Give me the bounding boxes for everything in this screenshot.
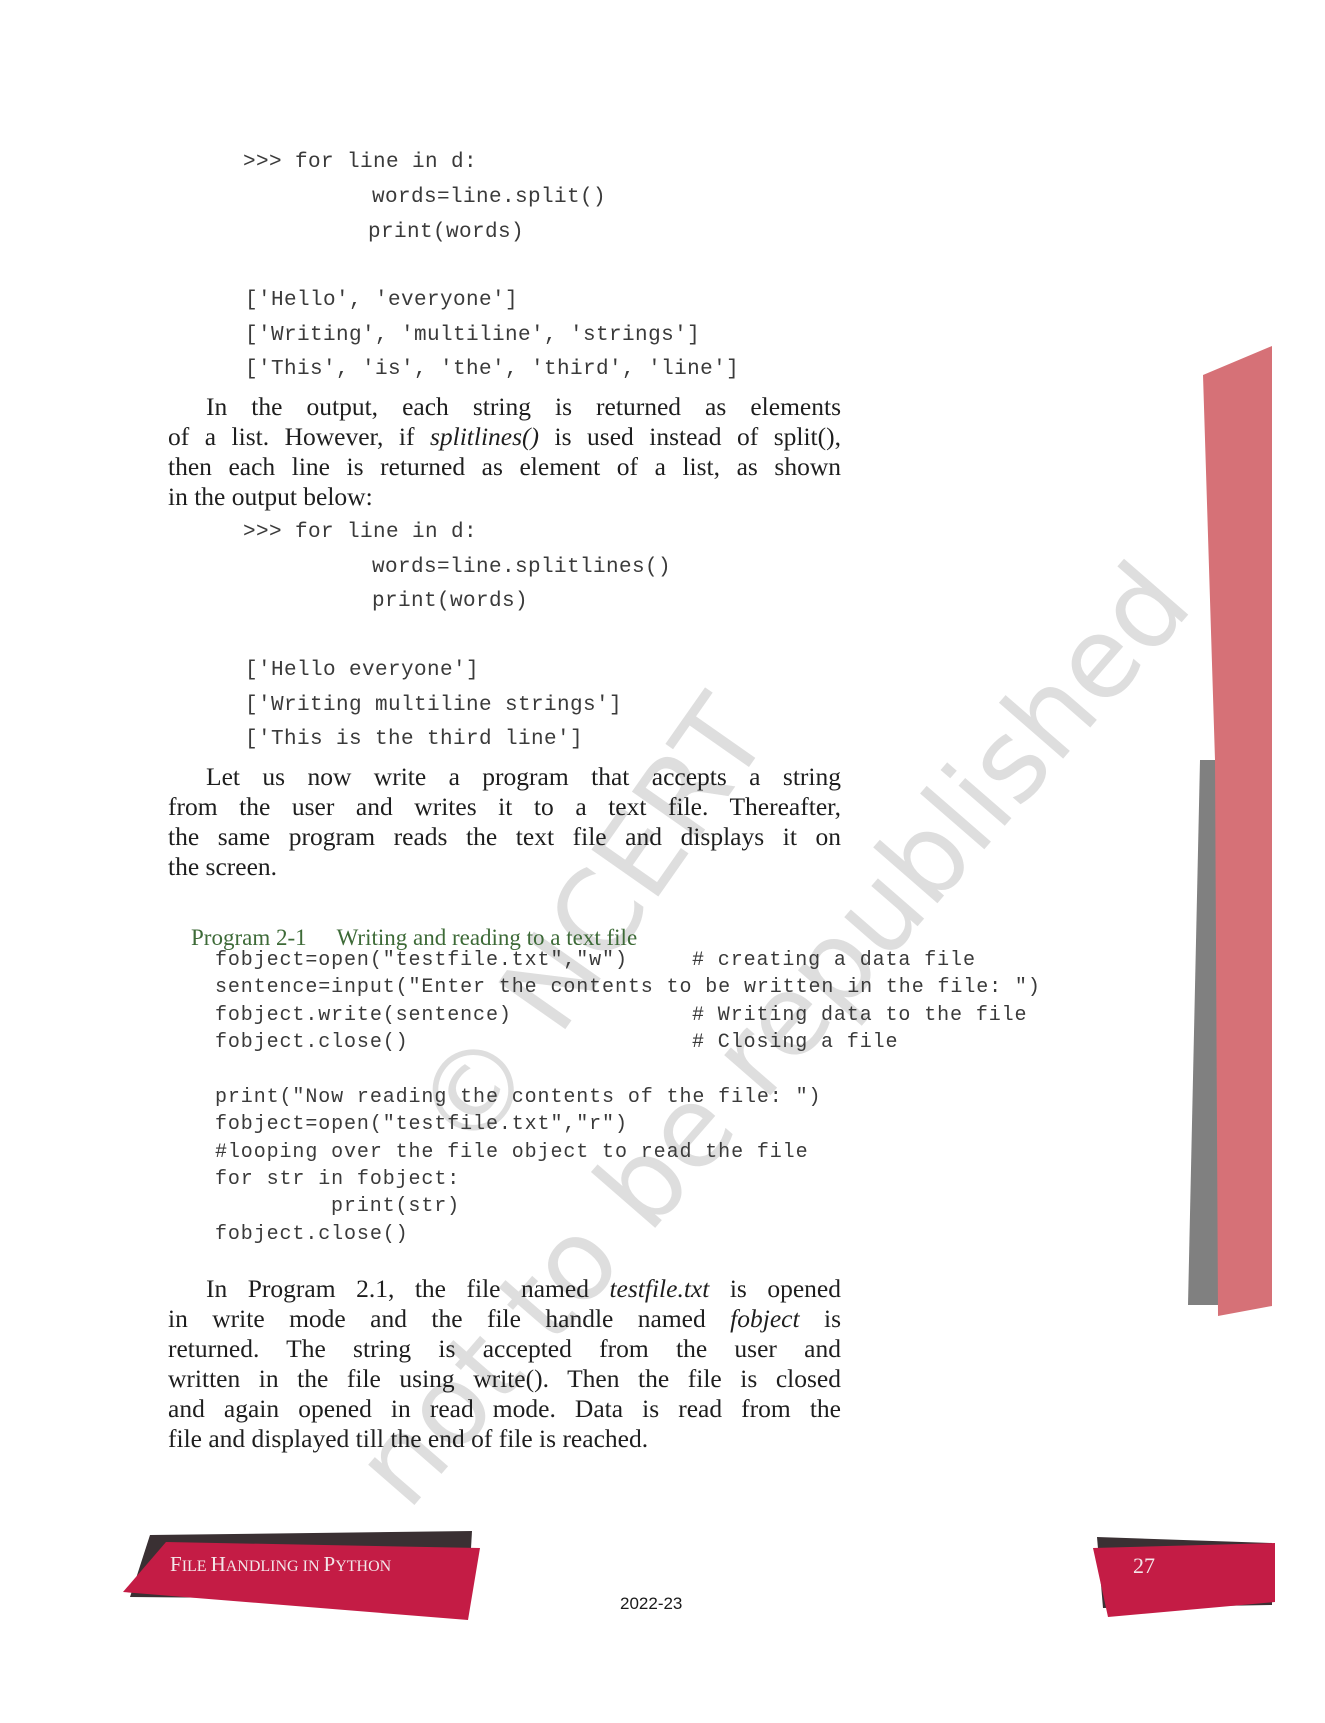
- program-code-line: #looping over the file object to read th…: [215, 1141, 809, 1164]
- text-line: file and displayed till the end of file …: [168, 1424, 649, 1453]
- text-line: from the user and writes it to a text fi…: [168, 792, 841, 821]
- program-code-line: for str in fobject:: [215, 1168, 461, 1191]
- code-line: >>> for line in d:: [243, 151, 478, 174]
- textbook-page: © NCERT not to be republished >>> for li…: [0, 0, 1325, 1723]
- paragraph-program-intro: Let us now write a program that accepts …: [168, 762, 841, 882]
- program-label: Program 2-1: [191, 925, 307, 950]
- code-output-line: ['Writing', 'multiline', 'strings']: [245, 324, 701, 347]
- side-bar-gray-shadow: [1188, 760, 1218, 1305]
- program-code-comment: # creating a data file: [692, 949, 976, 972]
- chapter-title-text: FILE HANDLING IN PYTHON: [170, 1552, 392, 1576]
- code-line: >>> for line in d:: [243, 521, 478, 544]
- text-line: in write mode and the file handle named …: [168, 1304, 841, 1334]
- text-run: is used instead of split(),: [539, 422, 841, 451]
- text-line: the screen.: [168, 852, 278, 881]
- text-line: then each line is returned as element of…: [168, 452, 841, 481]
- chapter-title: FILE HANDLING IN PYTHON: [170, 1552, 391, 1577]
- text-line: written in the file using write(). Then …: [168, 1364, 841, 1393]
- program-code-line: fobject.close(): [215, 1031, 409, 1054]
- text-line: of a list. However, if splitlines() is u…: [168, 422, 841, 452]
- program-code-line: fobject.close(): [215, 1223, 409, 1246]
- program-code-line: print(str): [331, 1195, 461, 1218]
- text-line: in the output below:: [168, 482, 373, 511]
- text-run: is opened: [709, 1274, 841, 1303]
- paragraph-splitlines-explanation: In the output, each string is returned a…: [168, 392, 841, 512]
- emphasis-filename: testfile.txt: [609, 1274, 710, 1303]
- emphasis-fobject: fobject: [730, 1304, 800, 1333]
- academic-year: 2022-23: [620, 1594, 683, 1613]
- code-output-line: ['Hello', 'everyone']: [245, 289, 519, 312]
- code-line: words=line.split(): [372, 186, 607, 209]
- program-code-line: sentence=input("Enter the contents to be…: [215, 976, 1041, 999]
- text-line: returned. The string is accepted from th…: [168, 1334, 841, 1363]
- code-output-line: ['Writing multiline strings']: [245, 694, 623, 717]
- footer-right-banner: [1093, 1543, 1275, 1617]
- program-code-line: fobject.write(sentence): [215, 1004, 512, 1027]
- program-code-line: fobject=open("testfile.txt","w"): [215, 949, 628, 972]
- code-line: words=line.splitlines(): [372, 556, 672, 579]
- paragraph-program-explanation: In Program 2.1, the file named testfile.…: [168, 1274, 841, 1454]
- text-line: In the output, each string is returned a…: [206, 392, 841, 421]
- program-code-line: fobject=open("testfile.txt","r"): [215, 1113, 628, 1136]
- program-code-comment: # Closing a file: [692, 1031, 899, 1054]
- text-run: in write mode and the file handle named: [168, 1304, 731, 1333]
- program-code-line: print("Now reading the contents of the f…: [215, 1086, 822, 1109]
- code-output-line: ['This', 'is', 'the', 'third', 'line']: [245, 358, 740, 381]
- text-run: In Program 2.1, the file named: [206, 1274, 610, 1303]
- program-title: Writing and reading to a text file: [336, 925, 638, 950]
- code-output-line: ['This is the third line']: [245, 728, 584, 751]
- code-output-line: ['Hello everyone']: [245, 659, 480, 682]
- text-line: and again opened in read mode. Data is r…: [168, 1394, 841, 1423]
- code-line: print(words): [372, 590, 529, 613]
- program-code-comment: # Writing data to the file: [692, 1004, 1028, 1027]
- text-run: is: [799, 1304, 841, 1333]
- emphasis-splitlines: splitlines(): [429, 422, 540, 451]
- text-line: Let us now write a program that accepts …: [206, 762, 841, 791]
- text-line: In Program 2.1, the file named testfile.…: [168, 1274, 841, 1304]
- page-number: 27: [1133, 1553, 1155, 1578]
- code-line: print(words): [368, 221, 525, 244]
- text-line: the same program reads the text file and…: [168, 822, 841, 851]
- text-run: of a list. However, if: [168, 422, 430, 451]
